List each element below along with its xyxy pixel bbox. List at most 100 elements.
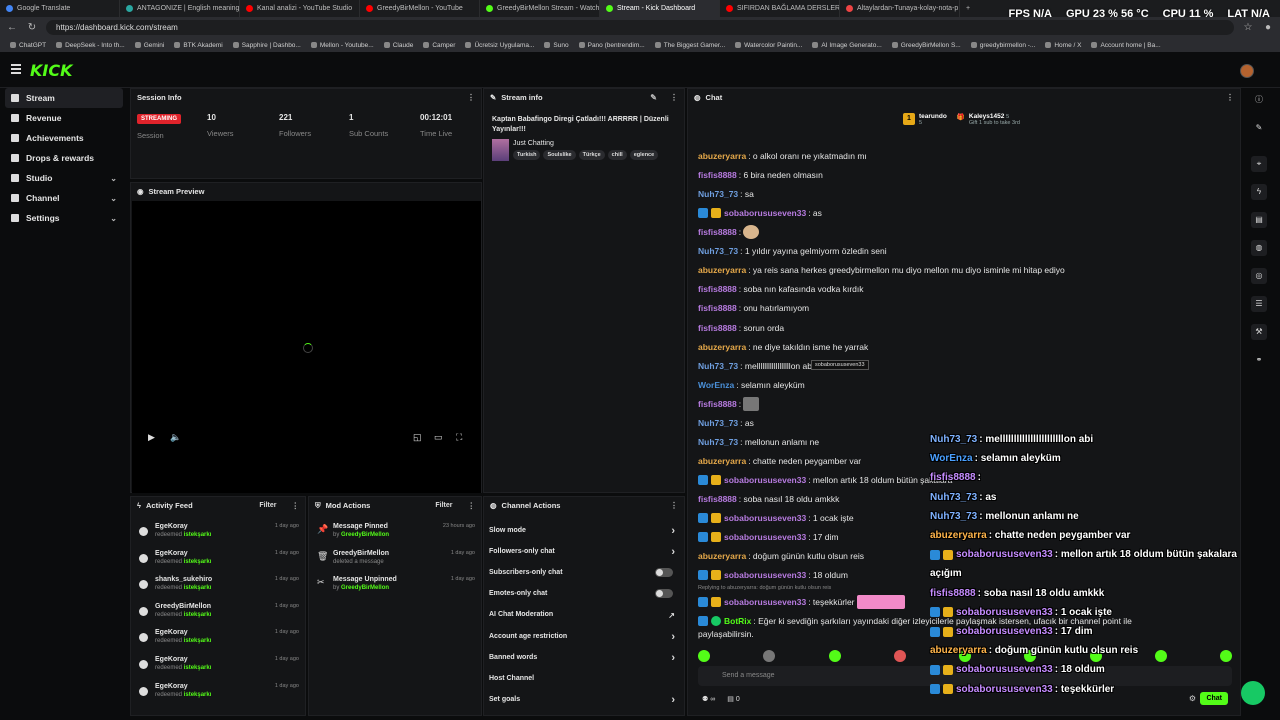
broadcast-icon[interactable]: ◎ xyxy=(1251,268,1267,284)
reload-icon[interactable]: ↻ xyxy=(26,22,38,33)
emote-icon[interactable] xyxy=(763,650,776,662)
chat-username[interactable]: Nuh73_73 xyxy=(698,417,738,429)
star-icon[interactable]: ☆ xyxy=(1242,22,1254,33)
browser-tab[interactable]: GreedyBirMellon Stream - Watch xyxy=(480,0,600,17)
volume-icon[interactable]: 🔈 xyxy=(170,432,181,443)
bookmark-item[interactable]: greedybirmellon -... xyxy=(970,42,1035,49)
chat-username[interactable]: fisfis8888 xyxy=(698,398,737,410)
bookmark-item[interactable]: Home / X xyxy=(1045,42,1081,49)
more-icon[interactable]: ⋮ xyxy=(670,501,678,510)
activity-item[interactable]: EgeKoray redeemed istekşarkı 1 day ago xyxy=(137,683,299,698)
link-icon[interactable]: ⚭ xyxy=(1251,352,1267,368)
toggle-switch[interactable] xyxy=(655,589,673,599)
emote-icon[interactable] xyxy=(828,650,841,662)
pip-icon[interactable]: ◱ xyxy=(413,432,422,443)
profile-icon[interactable]: ● xyxy=(1262,22,1274,33)
chat-username[interactable]: BotRix xyxy=(724,615,751,627)
chat-username[interactable]: Nuh73_73 xyxy=(698,360,738,372)
scan-icon[interactable]: ⌖ xyxy=(1251,156,1267,172)
info-icon[interactable]: ⓘ xyxy=(1251,92,1267,108)
bookmark-item[interactable]: Suno xyxy=(544,42,569,49)
emote-icon[interactable] xyxy=(893,650,906,662)
bookmark-item[interactable]: DeepSeek - Into th... xyxy=(56,42,125,49)
sidebar-item-stream[interactable]: Stream xyxy=(5,88,123,108)
tag-chip[interactable]: Soulslike xyxy=(543,150,576,160)
browser-tab[interactable]: Altaylardan-Tunaya-kolay-nota-p xyxy=(840,0,960,17)
channel-action-set-goals[interactable]: Set goals › xyxy=(489,694,679,706)
edit-icon[interactable]: ✎ xyxy=(650,93,657,102)
chat-username[interactable]: fisfis8888 xyxy=(698,322,737,334)
bookmark-item[interactable]: ChatGPT xyxy=(10,42,46,49)
sidebar-item-studio[interactable]: Studio ⌄ xyxy=(5,168,123,188)
counter[interactable]: ▤ 0 xyxy=(727,695,739,703)
mod-action-item[interactable]: 📌 Message Pinned by GreedyBirMellon 23 hour… xyxy=(315,523,475,538)
browser-tab[interactable]: GreedyBirMellon - YouTube xyxy=(360,0,480,17)
tag-chip[interactable]: Turkish xyxy=(513,150,541,160)
activity-item[interactable]: shanks_sukehiro redeemed istekşarkı 1 day … xyxy=(137,576,299,591)
filter-button[interactable]: Filter xyxy=(435,502,452,509)
chat-username[interactable]: Nuh73_73 xyxy=(698,245,738,257)
filter-button[interactable]: Filter xyxy=(259,502,276,509)
chat-username[interactable]: sobaborususeven33 xyxy=(724,207,806,219)
chat-username[interactable]: fisfis8888 xyxy=(698,169,737,181)
browser-tab[interactable]: Google Translate xyxy=(0,0,120,17)
browser-tab[interactable]: SIFIRDAN BAĞLAMA DERSLERİ 6 | xyxy=(720,0,840,17)
mod-action-item[interactable]: 🗑 GreedyBirMellon deleted a message 1 day … xyxy=(315,550,475,565)
activity-item[interactable]: EgeKoray redeemed istekşarkı 1 day ago xyxy=(137,629,299,644)
bolt-icon[interactable]: ϟ xyxy=(1251,184,1267,200)
back-icon[interactable]: ← xyxy=(6,22,18,33)
channel-points[interactable]: ⚉ ∞ xyxy=(702,695,715,703)
toggle-switch[interactable] xyxy=(655,568,673,578)
bookmark-item[interactable]: Gemini xyxy=(134,42,164,49)
browser-tab[interactable]: Stream - Kick Dashboard xyxy=(600,0,720,17)
bookmark-item[interactable]: Ücretsiz Uygulama... xyxy=(465,42,534,49)
more-icon[interactable]: ⋮ xyxy=(468,501,476,510)
fullscreen-icon[interactable]: ⛶ xyxy=(456,432,462,443)
channel-action-slow-mode[interactable]: Slow mode › xyxy=(489,525,679,537)
chat-username[interactable]: abuzeryarra xyxy=(698,264,746,276)
pencil-icon[interactable]: ✎ xyxy=(1251,120,1267,136)
activity-item[interactable]: EgeKoray redeemed istekşarkı 1 day ago xyxy=(137,656,299,671)
channel-action-ai-chat-moderation[interactable]: AI Chat Moderation ↗ xyxy=(489,611,679,620)
url-input[interactable]: https://dashboard.kick.com/stream xyxy=(46,20,1234,35)
chat-username[interactable]: fisfis8888 xyxy=(698,226,737,238)
chat-username[interactable]: sobaborususeven33 xyxy=(724,531,806,543)
chat-username[interactable]: fisfis8888 xyxy=(698,283,737,295)
more-icon[interactable]: ⋮ xyxy=(1226,93,1234,102)
browser-tab[interactable]: Kanal analizi - YouTube Studio xyxy=(240,0,360,17)
chat-username[interactable]: fisfis8888 xyxy=(698,493,737,505)
bookmark-item[interactable]: Camper xyxy=(423,42,455,49)
channel-action-account-age-restriction[interactable]: Account age restriction › xyxy=(489,631,679,643)
chat-username[interactable]: sobaborususeven33 xyxy=(724,596,806,608)
chat-username[interactable]: sobaborususeven33 xyxy=(724,474,806,486)
new-tab-button[interactable]: + xyxy=(960,0,980,17)
bookmark-item[interactable]: The Biggest Gamer... xyxy=(654,42,725,49)
browser-tab[interactable]: ANTAGONIZE | English meaning - xyxy=(120,0,240,17)
bookmark-item[interactable]: Sapphire | Dashbo... xyxy=(232,42,301,49)
bookmark-item[interactable]: GreedyBirMellon S... xyxy=(891,42,961,49)
kick-logo[interactable]: KICK xyxy=(30,61,73,80)
bookmark-item[interactable]: Watercolor Paintin... xyxy=(735,42,802,49)
tag-chip[interactable]: eglence xyxy=(629,150,659,160)
emote-icon[interactable] xyxy=(698,650,710,662)
activity-item[interactable]: GreedyBirMellon redeemed istekşarkı 1 day … xyxy=(137,603,299,618)
chat-username[interactable]: abuzeryarra xyxy=(698,455,746,467)
document-icon[interactable]: ▤ xyxy=(1251,212,1267,228)
more-icon[interactable]: ⋮ xyxy=(292,501,300,510)
chat-username[interactable]: abuzeryarra xyxy=(698,550,746,562)
sidebar-item-drops-rewards[interactable]: Drops & rewards xyxy=(5,148,123,168)
activity-item[interactable]: EgeKoray redeemed istekşarkı 1 day ago xyxy=(137,523,299,538)
bookmark-item[interactable]: Mellon - Youtube... xyxy=(310,42,374,49)
channel-action-banned-words[interactable]: Banned words › xyxy=(489,652,679,664)
chat-username[interactable]: sobaborususeven33 xyxy=(724,569,806,581)
tag-chip[interactable]: chill xyxy=(607,150,627,160)
play-icon[interactable]: ▶ xyxy=(148,432,155,443)
bookmark-item[interactable]: Account home | Ba... xyxy=(1091,42,1161,49)
more-icon[interactable]: ⋮ xyxy=(467,93,475,102)
channel-action-subscribers-only-chat[interactable]: Subscribers-only chat xyxy=(489,568,679,578)
video-player[interactable]: ▶ 🔈 ◱ ▭ ⛶ xyxy=(132,201,481,493)
chat-username[interactable]: Nuh73_73 xyxy=(698,436,738,448)
chat-username[interactable]: Nuh73_73 xyxy=(698,188,738,200)
sidebar-item-settings[interactable]: Settings ⌄ xyxy=(5,208,123,228)
theater-icon[interactable]: ▭ xyxy=(434,432,443,443)
